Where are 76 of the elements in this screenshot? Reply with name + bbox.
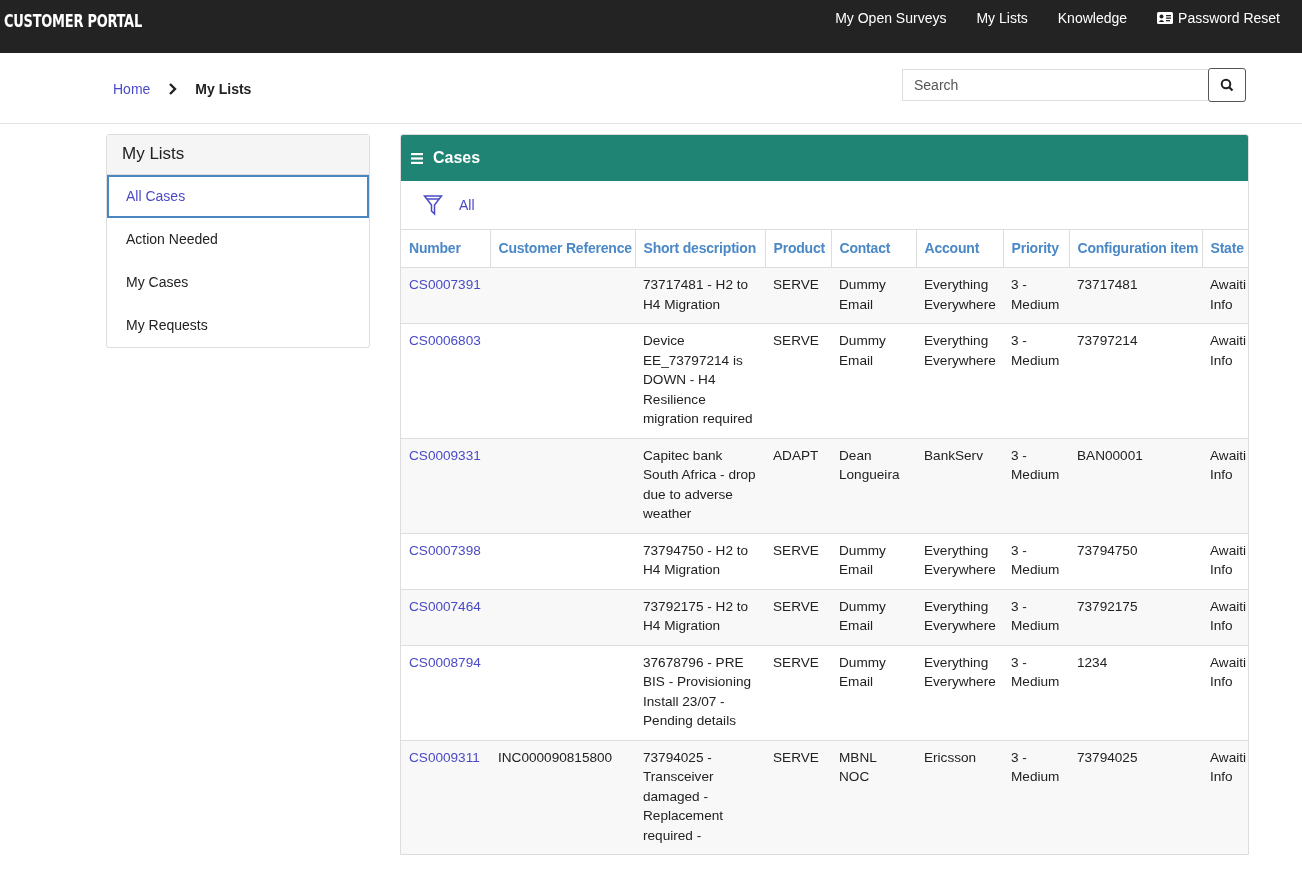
filter-icon[interactable] <box>423 194 443 216</box>
table-cell: 73792175 <box>1077 598 1138 614</box>
table-cell: 37678796 - PRE BIS - Provisioning Install 23/07 - Pending details <box>643 654 752 728</box>
menu-icon <box>411 152 423 164</box>
table-cell: 3 - Medium <box>1011 598 1060 633</box>
table-cell: 3 - Medium <box>1011 749 1060 784</box>
table-cell: SERVE <box>773 654 819 670</box>
sidebar-item[interactable]: All Cases <box>107 175 369 218</box>
nav-link[interactable]: Password Reset <box>1157 10 1280 26</box>
chevron-right-icon <box>168 83 178 95</box>
table-cell: 3 - Medium <box>1011 654 1060 689</box>
table-cell: Everything Everywhere <box>924 333 996 368</box>
table-cell: Capitec bank South Africa - drop due to adverse weather <box>643 447 756 521</box>
table-cell: Dean Longueira <box>839 447 900 482</box>
table-cell: Everything Everywhere <box>924 542 996 577</box>
table-cell: SERVE <box>773 333 819 348</box>
table-cell: SERVE <box>773 749 819 765</box>
case-number-link[interactable]: CS0006803 <box>409 333 481 348</box>
table-cell: Everything Everywhere <box>924 654 996 689</box>
table-cell: MBNL NOC <box>839 749 877 784</box>
table-cell: Dummy Email <box>839 542 886 577</box>
table-cell: 3 - Medium <box>1011 447 1060 482</box>
table-cell: 73794025 - Transceiver damaged - Replacement required - <box>643 749 724 843</box>
table-cell: Dummy Email <box>839 598 886 633</box>
table-cell: Dummy Email <box>839 277 886 312</box>
table-cell: 3 - Medium <box>1011 277 1060 312</box>
sidebar-item[interactable]: Action Needed <box>107 218 369 261</box>
table-cell: Awaiti Info <box>1210 542 1246 577</box>
brand-logo[interactable]: CUSTOMER PORTAL <box>4 11 142 31</box>
table-cell: Awaiti Info <box>1210 333 1246 368</box>
case-number-link[interactable]: CS0007398 <box>409 542 481 558</box>
case-number-link[interactable]: CS0008794 <box>409 654 481 670</box>
breadcrumb-link[interactable]: Home <box>113 81 151 97</box>
table-cell: SERVE <box>773 598 819 614</box>
table-cell: Awaiti Info <box>1210 749 1246 784</box>
search-field[interactable]: Search <box>902 68 1208 101</box>
table-cell: 73794750 - H2 to H4 Migration <box>643 542 749 577</box>
breadcrumb-current[interactable]: My Lists <box>195 81 252 97</box>
table-cell: Device EE_73797214 is DOWN - H4 Resilience migration required <box>643 333 753 426</box>
table-cell: ADAPT <box>773 447 819 463</box>
table-cell: Everything Everywhere <box>924 277 996 312</box>
filter-link[interactable]: All <box>459 197 475 213</box>
sidebar-title: My Lists <box>107 135 369 175</box>
search-icon <box>1220 77 1234 92</box>
table-cell: 73717481 - H2 to H4 Migration <box>643 277 749 312</box>
table-cell: Dummy Email <box>839 654 886 689</box>
table-cell: INC000090815800 <box>498 749 613 765</box>
table-cell: Awaiti Info <box>1210 447 1246 482</box>
sidebar-item[interactable]: My Requests <box>107 304 369 347</box>
table-cell: BankServ <box>924 447 983 463</box>
nav-link[interactable]: My Open Surveys <box>835 10 947 26</box>
table-cell: 73792175 - H2 to H4 Migration <box>643 598 749 633</box>
table-cell: 73717481 <box>1077 277 1138 292</box>
panel-title: Cases <box>433 149 481 167</box>
table-cell: 73794025 <box>1077 749 1138 765</box>
table-cell: Awaiti Info <box>1210 277 1246 312</box>
table-cell: 3 - Medium <box>1011 542 1060 577</box>
sidebar-item[interactable]: My Cases <box>107 261 369 304</box>
table-cell: Ericsson <box>924 749 977 765</box>
table-cell: Dummy Email <box>839 333 886 368</box>
table-cell: SERVE <box>773 542 819 558</box>
table-cell: 73797214 <box>1077 333 1138 348</box>
case-number-link[interactable]: CS0009331 <box>409 447 481 463</box>
nav-link[interactable]: Knowledge <box>1057 10 1128 26</box>
table-cell: Awaiti Info <box>1210 598 1246 633</box>
table-cell: Awaiti Info <box>1210 654 1246 689</box>
table-cell: 1234 <box>1077 654 1108 670</box>
search-button[interactable] <box>1208 67 1246 102</box>
table-cell: SERVE <box>773 277 819 292</box>
table-cell: 3 - Medium <box>1011 333 1060 368</box>
table-cell: BAN00001 <box>1077 447 1143 463</box>
table-cell: Everything Everywhere <box>924 598 996 633</box>
id-card-icon <box>1157 12 1174 24</box>
case-number-link[interactable]: CS0009311 <box>409 749 480 765</box>
nav-link[interactable]: My Lists <box>976 10 1028 26</box>
table-cell: 73794750 <box>1077 542 1138 558</box>
